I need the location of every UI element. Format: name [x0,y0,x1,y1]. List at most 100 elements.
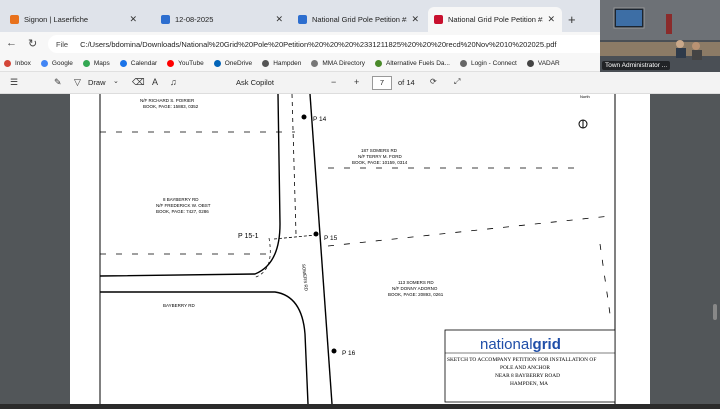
lot-line-mid-right [327,215,611,247]
bookmark-hampden[interactable]: Hampden [262,60,301,67]
lot-label-poirier-owner: N/F RICHARD S. POIRIER [140,98,195,103]
pole-label-p14: P 14 [313,116,327,123]
bookmark-label: Google [51,60,73,67]
address-bar[interactable]: File C:/Users/bdomina/Downloads/National… [48,35,600,53]
chevron-down-icon[interactable]: ⌄ [113,77,119,85]
lot-label-8-bayberry-address: 8 BAYBERRY RD [163,197,199,202]
bookmark-label: OneDrive [224,60,253,67]
bookmark-alternative-fuels[interactable]: Alternative Fuels Da... [375,60,450,67]
close-icon[interactable]: ✕ [275,14,283,25]
road-label-somers: SOMERS RD [301,264,309,292]
maps-icon [82,60,90,67]
close-icon[interactable]: ✕ [129,14,137,25]
bookmark-maps[interactable]: Maps [82,60,110,67]
logo-national: national [480,336,533,353]
draw-icon[interactable]: ▽ [74,77,81,88]
calendar-icon [119,60,127,67]
national-grid-logo: nationalgrid [480,336,561,353]
bookmark-inbox[interactable]: Inbox [4,60,31,67]
road-label-bayberry: BAYBERRY RD [163,303,196,308]
curb-curve-dashed [252,237,271,279]
page-number-input[interactable]: 7 [372,76,392,90]
text-icon[interactable]: A [152,77,158,87]
road-edge-east [309,93,333,405]
eraser-icon[interactable]: ⌫ [132,77,145,88]
bookmarks-bar: Inbox Google Maps Calendar YouTube OneDr… [0,56,600,72]
bookmark-label: Inbox [15,60,31,67]
read-aloud-icon[interactable]: ♫ [170,77,177,87]
bookmark-onedrive[interactable]: OneDrive [213,60,253,67]
bookmark-label: Alternative Fuels Da... [386,60,450,67]
rotate-icon[interactable]: ⟳ [430,77,437,86]
lot-label-8-bayberry-owner: N/F FREDERICK W. OBST [156,203,211,208]
file-scheme-label: File [56,39,69,49]
connect-icon [459,60,467,67]
title-line-1: SKETCH TO ACCOMPANY PETITION FOR INSTALL… [447,357,596,363]
close-icon[interactable]: ✕ [547,14,555,25]
lot-label-113-address: 113 SOMERS RD [398,280,434,285]
pole-p14-symbol [301,114,307,120]
fit-page-icon[interactable]: ⤢ [454,77,460,87]
lot-label-poirier-book: BOOK, PAGE: 15883, 0352 [143,104,199,109]
pdf-viewer[interactable]: North N/F RICHARD S. POIRIER BOOK, PAGE:… [0,93,720,405]
bookmark-youtube[interactable]: YouTube [167,60,204,67]
google-icon [40,60,48,67]
tab-12-08-2025[interactable]: 12-08-2025 ✕ [155,7,290,32]
bookmark-google[interactable]: Google [40,60,73,67]
title-line-3: NEAR 8 BAYBERRY ROAD [495,373,560,379]
tab-laserfiche[interactable]: Signon | Laserfiche ✕ [4,7,144,32]
lot-label-187-address: 187 SOMERS RD [361,148,398,153]
back-icon[interactable]: ← [6,37,17,49]
tab-strip: Signon | Laserfiche ✕ 12-08-2025 ✕ Natio… [0,0,600,32]
road-edge-west-lower [100,291,309,405]
pole-label-p15-1: P 15-1 [238,233,259,240]
bookmark-calendar[interactable]: Calendar [119,60,158,67]
bookmark-label: Calendar [130,60,158,67]
pdf-icon [434,15,443,24]
fuels-icon [375,60,382,67]
reload-icon[interactable]: ↻ [28,37,37,50]
tab-title: National Grid Pole Petition #3121 [448,15,543,24]
pdf-page: North N/F RICHARD S. POIRIER BOOK, PAGE:… [70,93,650,405]
north-label: North [580,94,590,99]
pole-p15-symbol [313,231,319,237]
title-line-4: HAMPDEN, MA [510,381,548,387]
bookmark-vadar[interactable]: VADAR [526,60,560,67]
laserfiche-icon [10,15,19,24]
tab-title: 12-08-2025 [175,15,214,24]
ask-copilot-button[interactable]: Ask Copilot [236,78,274,87]
mma-icon [311,60,319,67]
bookmark-mma-directory[interactable]: MMA Directory [311,60,365,67]
new-tab-button[interactable]: + [568,12,576,27]
participant-name: Town Administrator ... [602,61,671,70]
anchor-guy-line [273,234,317,240]
close-icon[interactable]: ✕ [411,14,419,25]
lot-label-113-owner: N/F DONNY ADORNO [392,286,438,291]
bookmark-label: Maps [93,60,110,67]
tab-pole-petition-1[interactable]: National Grid Pole Petition #3121 ✕ [292,7,426,32]
bookmark-label: VADAR [537,60,560,67]
zoom-in-button[interactable]: + [354,77,359,87]
address-bar-row: ← ↻ File C:/Users/bdomina/Downloads/Nati… [0,32,600,56]
lot-line-right-edge [599,243,611,315]
highlight-icon[interactable]: ✎ [54,77,62,88]
draw-label[interactable]: Draw [88,78,106,87]
page-total: of 14 [398,78,415,87]
zoom-out-button[interactable]: − [331,77,336,87]
bookmark-login-connect[interactable]: Login - Connect [459,60,517,67]
tab-pole-petition-active[interactable]: National Grid Pole Petition #3121 ✕ [428,7,562,32]
pole-label-p15: P 15 [324,235,338,242]
road-centerline-upper [291,93,297,235]
bookmark-label: Hampden [273,60,302,67]
lot-label-113-book: BOOK, PAGE: 20893, 0261 [388,292,444,297]
contents-icon[interactable]: ☰ [10,77,18,88]
scrollbar-thumb[interactable] [713,304,717,320]
tab-title: Signon | Laserfiche [24,15,89,24]
document-icon [161,15,170,24]
road-edge-west-upper [99,93,281,277]
logo-grid: grid [533,336,561,353]
video-call-overlay[interactable]: Town Administrator ... [600,0,720,72]
site-sketch-drawing: North N/F RICHARD S. POIRIER BOOK, PAGE:… [99,93,616,405]
document-icon [298,15,307,24]
url-text: C:/Users/bdomina/Downloads/National%20Gr… [80,39,557,49]
